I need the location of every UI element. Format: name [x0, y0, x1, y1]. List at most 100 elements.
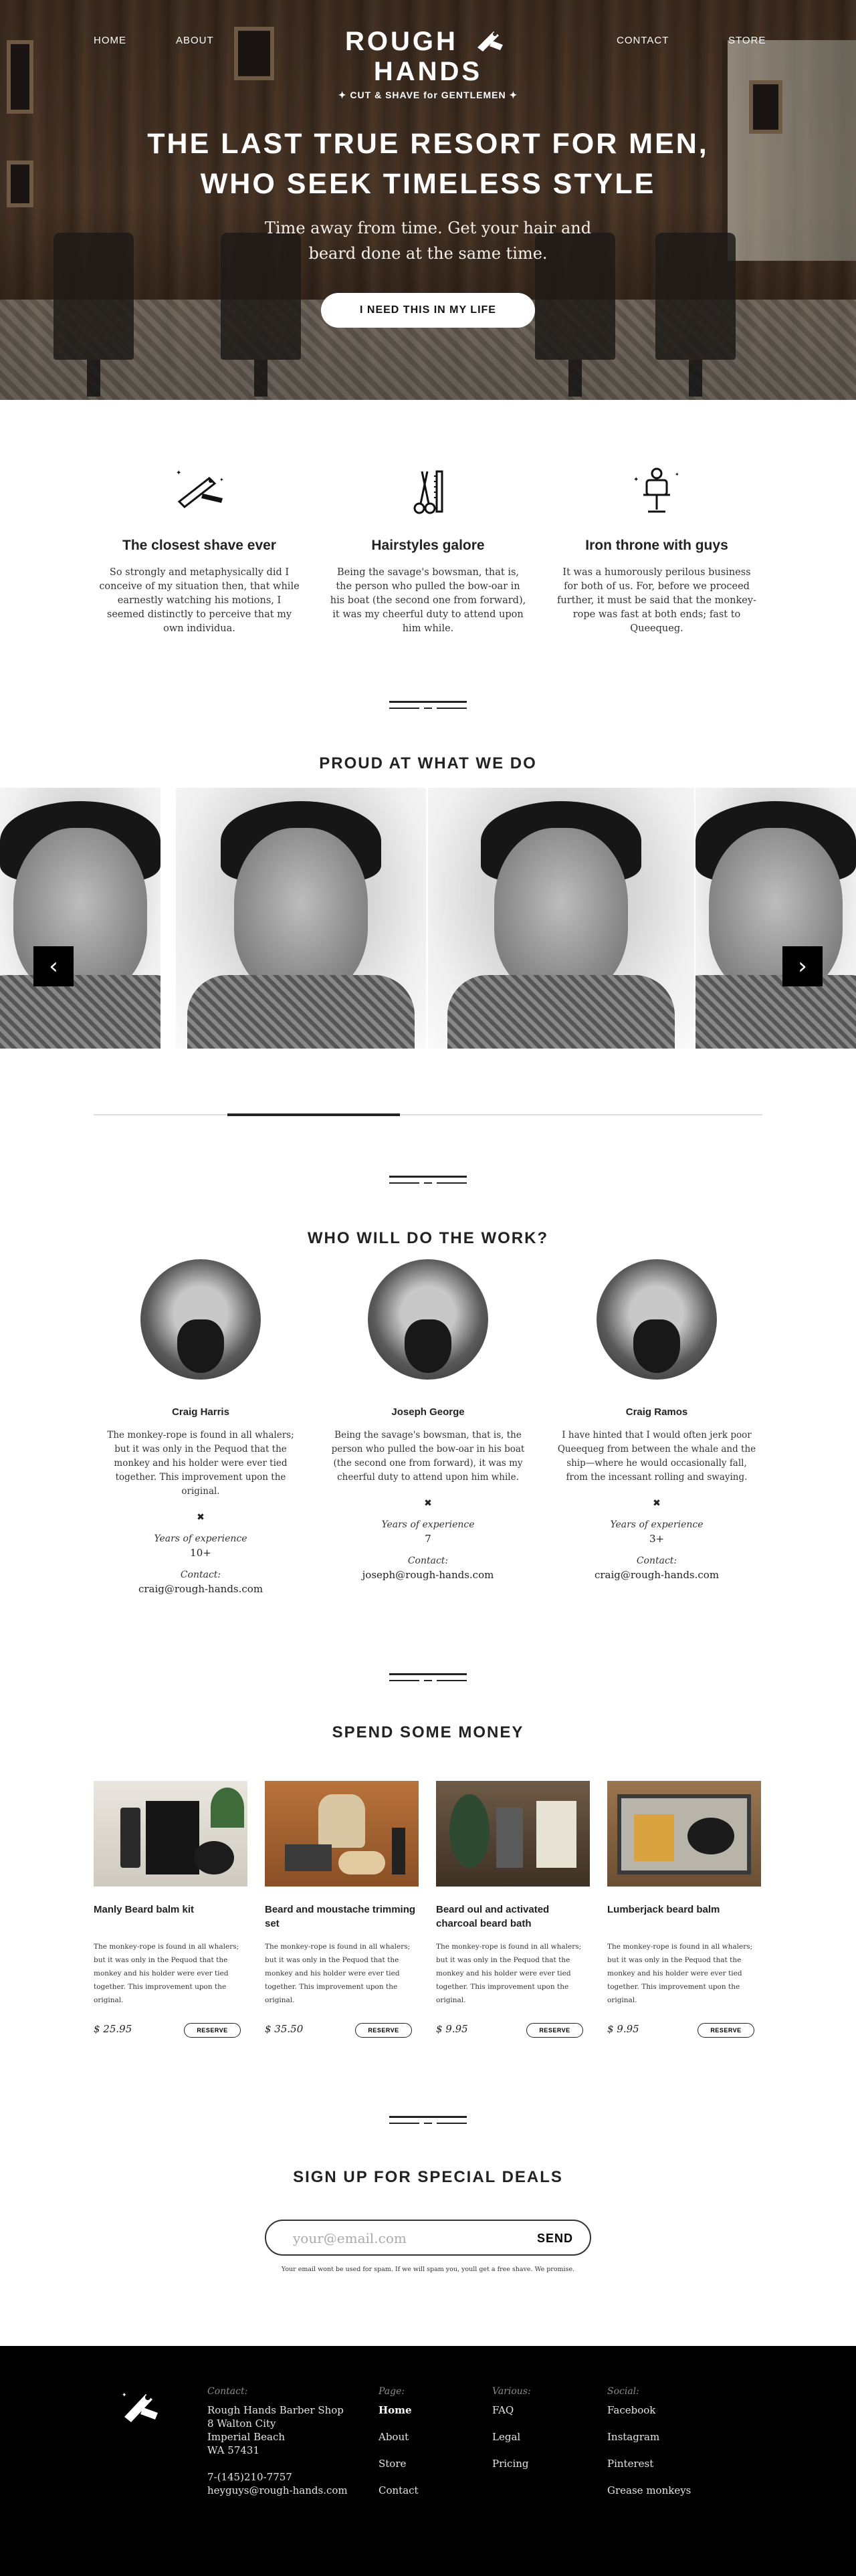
- product-name: Manly Beard balm kit: [94, 1904, 195, 1915]
- experience-value: 7: [425, 1533, 431, 1545]
- footer-address-line: 8 Walton City: [207, 2418, 276, 2430]
- logo-brand-right: HANDS: [373, 57, 483, 86]
- product-image[interactable]: [94, 1781, 247, 1887]
- product-price: $ 35.50: [265, 2023, 304, 2035]
- footer-phone[interactable]: 7-(145)210-7757: [207, 2470, 348, 2484]
- svg-text:✦: ✦: [122, 2392, 127, 2399]
- footer-link-facebook[interactable]: Facebook: [607, 2403, 691, 2417]
- footer-link-legal[interactable]: Legal: [492, 2430, 531, 2444]
- experience-value: 3+: [649, 1533, 665, 1545]
- footer-link-pinterest[interactable]: Pinterest: [607, 2457, 691, 2470]
- email-input[interactable]: [293, 2229, 514, 2248]
- hero-headline-line-1: THE LAST TRUE RESORT FOR MEN,: [147, 128, 709, 160]
- feature-text: So strongly and metaphysically did I con…: [99, 567, 300, 634]
- gallery-photo[interactable]: [428, 788, 694, 1049]
- product-card: Manly Beard balm kit The monkey-rope is …: [94, 1781, 247, 2038]
- gallery-scroll-track[interactable]: [94, 1113, 762, 1116]
- gallery-photo[interactable]: [0, 788, 160, 1049]
- svg-text:✦: ✦: [633, 476, 639, 484]
- feature-text: Being the savage's bowsman, that is, the…: [330, 567, 526, 634]
- send-button[interactable]: SEND: [535, 2230, 575, 2246]
- footer-page-head: Page:: [379, 2386, 405, 2397]
- member-name: Craig Harris: [172, 1406, 229, 1418]
- footer-link-faq[interactable]: FAQ: [492, 2403, 531, 2417]
- footer-link-instagram[interactable]: Instagram: [607, 2430, 691, 2444]
- avatar: [597, 1259, 717, 1380]
- product-name: Beard and moustache trimming set: [265, 1904, 416, 1929]
- shop-title: SPEND SOME MONEY: [332, 1723, 524, 1741]
- member-bio: I have hinted that I would often jerk po…: [557, 1430, 756, 1483]
- product-price: $ 9.95: [436, 2023, 468, 2035]
- feature-text: It was a humorously perilous business fo…: [557, 567, 756, 634]
- feature-title: Iron throne with guys: [585, 538, 728, 553]
- footer-address-line: Imperial Beach: [207, 2431, 286, 2443]
- product-image[interactable]: [265, 1781, 419, 1887]
- gallery-scroll-thumb[interactable]: [227, 1113, 400, 1116]
- scissors-comb-icon: [413, 470, 443, 514]
- footer-email-link[interactable]: heyguys@rough-hands.com: [207, 2484, 348, 2497]
- gallery-title: PROUD AT WHAT WE DO: [319, 754, 537, 772]
- reserve-button[interactable]: RESERVE: [526, 2023, 583, 2038]
- signup-section: SIGN UP FOR SPECIAL DEALS SEND Your emai…: [0, 2092, 856, 2346]
- gallery-next-button[interactable]: ›: [782, 946, 823, 986]
- razor-hand-icon: [477, 31, 503, 51]
- gallery-prev-button[interactable]: ‹: [33, 946, 74, 986]
- feature-title: Hairstyles galore: [371, 538, 485, 553]
- footer-contact: Contact: Rough Hands Barber Shop 8 Walto…: [207, 2386, 348, 2497]
- barber-chair-icon: ✦✦: [633, 467, 679, 513]
- footer-address-line: Rough Hands Barber Shop: [207, 2404, 344, 2416]
- product-card: Beard oul and activated charcoal beard b…: [436, 1781, 590, 2038]
- team-section: WHO WILL DO THE WORK? Craig Harris The m…: [0, 1149, 856, 1630]
- reserve-button[interactable]: RESERVE: [698, 2023, 754, 2038]
- member-email-link[interactable]: craig@rough-hands.com: [100, 1583, 301, 1595]
- hero-headline: THE LAST TRUE RESORT FOR MEN, WHO SEEK T…: [0, 124, 856, 204]
- separator-mark: ✖: [424, 1498, 432, 1509]
- nav-about[interactable]: ABOUT: [176, 35, 214, 46]
- footer-link-store[interactable]: Store: [379, 2457, 419, 2470]
- product-card: Beard and moustache trimming set The mon…: [265, 1781, 419, 2038]
- hero-headline-line-2: WHO SEEK TIMELESS STYLE: [200, 168, 656, 200]
- footer-link-grease-monkeys[interactable]: Grease monkeys: [607, 2484, 691, 2497]
- signup-form: SEND: [265, 2220, 591, 2256]
- svg-text:✦: ✦: [219, 477, 224, 483]
- member-bio: The monkey-rope is found in all whalers;…: [107, 1430, 294, 1497]
- member-email-link[interactable]: joseph@rough-hands.com: [328, 1569, 528, 1581]
- product-image[interactable]: [607, 1781, 761, 1887]
- signup-note: Your email wont be used for spam. If we …: [281, 2266, 575, 2273]
- reserve-button[interactable]: RESERVE: [184, 2023, 241, 2038]
- gallery-photo[interactable]: [696, 788, 856, 1049]
- nav-store[interactable]: STORE: [728, 35, 766, 46]
- shop-section: SPEND SOME MONEY Manly Beard balm kit Th…: [0, 1630, 856, 2092]
- footer-link-home[interactable]: Home: [379, 2403, 419, 2417]
- footer-link-pricing[interactable]: Pricing: [492, 2457, 531, 2470]
- reserve-button[interactable]: RESERVE: [355, 2023, 412, 2038]
- footer-link-about[interactable]: About: [379, 2430, 419, 2444]
- feature-title: The closest shave ever: [122, 538, 276, 553]
- gallery-photo[interactable]: [176, 788, 426, 1049]
- razor-hand-icon[interactable]: ✦: [119, 2387, 162, 2430]
- team-title: WHO WILL DO THE WORK?: [307, 1229, 549, 1247]
- footer-address-line: WA 57431: [207, 2444, 259, 2456]
- experience-label: Years of experience: [610, 1519, 704, 1530]
- product-price: $ 25.95: [94, 2023, 132, 2035]
- hero-cta-button[interactable]: I NEED THIS IN MY LIFE: [321, 293, 535, 328]
- signup-title: SIGN UP FOR SPECIAL DEALS: [293, 2168, 563, 2186]
- feature-card: Hairstyles galore Being the savage's bow…: [328, 461, 528, 636]
- nav-home[interactable]: HOME: [94, 35, 126, 46]
- team-member-card: Craig Harris The monkey-rope is found in…: [100, 1259, 301, 1595]
- product-image[interactable]: [436, 1781, 590, 1887]
- member-email-link[interactable]: craig@rough-hands.com: [556, 1569, 757, 1581]
- nav-contact[interactable]: CONTACT: [617, 35, 669, 46]
- logo-tagline: ✦ CUT & SHAVE for GENTLEMEN ✦: [338, 90, 518, 100]
- hero-subtitle: Time away from time. Get your hair and b…: [227, 215, 629, 266]
- team-member-card: Craig Ramos I have hinted that I would o…: [556, 1259, 757, 1581]
- ornament-divider: [389, 1673, 467, 1684]
- avatar: [368, 1259, 488, 1380]
- footer-link-contact[interactable]: Contact: [379, 2484, 419, 2497]
- footer-social-head: Social:: [607, 2386, 639, 2397]
- svg-text:✦: ✦: [176, 469, 181, 477]
- product-name: Beard oul and activated charcoal beard b…: [436, 1904, 550, 1929]
- footer-social-links: Social: Facebook Instagram Pinterest Gre…: [607, 2386, 691, 2510]
- logo[interactable]: ROUGH HANDS ✦ CUT & SHAVE for GENTLEMEN …: [294, 27, 562, 101]
- barber-chair: [54, 233, 134, 397]
